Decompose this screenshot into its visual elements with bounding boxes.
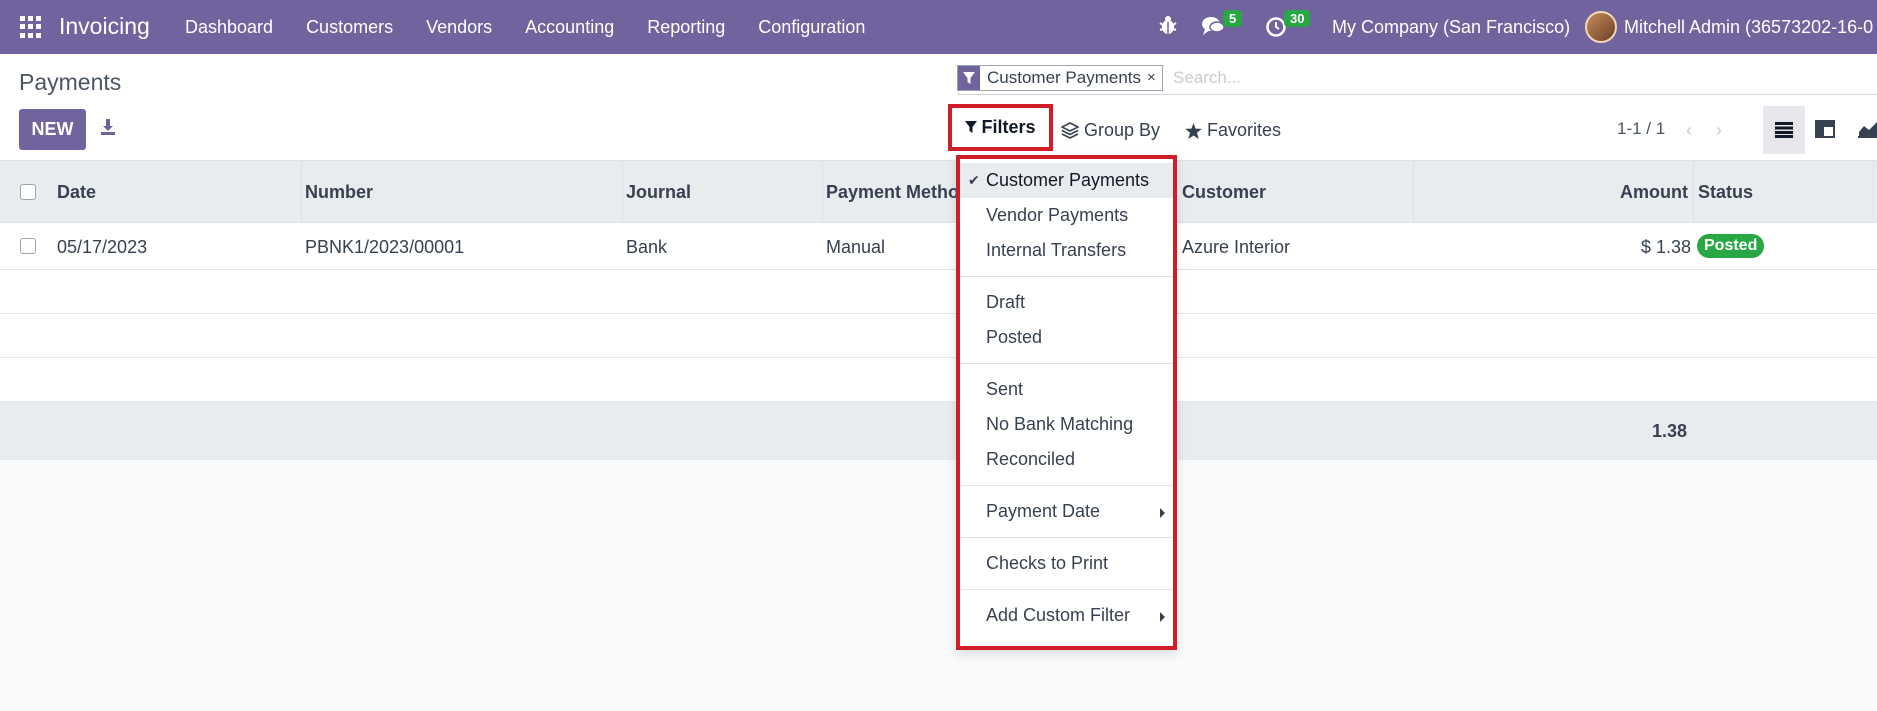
filter-icon	[965, 121, 978, 133]
column-header-customer[interactable]: Customer	[1182, 182, 1266, 203]
dropdown-divider	[960, 276, 1173, 277]
check-icon: ✔	[968, 172, 980, 188]
messages-count-badge: 5	[1223, 10, 1243, 27]
dropdown-divider	[960, 363, 1173, 364]
caret-right-icon	[1160, 508, 1165, 518]
kanban-icon[interactable]	[1815, 120, 1835, 138]
filters-dropdown: ✔ Customer Payments Vendor Payments Inte…	[956, 155, 1177, 650]
user-menu[interactable]: Mitchell Admin (36573202-16-0	[1624, 17, 1877, 38]
table-row[interactable]: 05/17/2023 PBNK1/2023/00001 Bank Manual …	[0, 223, 1877, 270]
table-header: Date Number Journal Payment Metho Custom…	[0, 161, 1877, 223]
column-divider[interactable]	[622, 161, 623, 223]
cell-date: 05/17/2023	[57, 237, 148, 257]
table-footer: 1.38	[0, 402, 1877, 460]
dropdown-divider	[960, 485, 1173, 486]
column-divider[interactable]	[1413, 161, 1414, 223]
dropdown-divider	[960, 589, 1173, 590]
filter-label: Add Custom Filter	[986, 605, 1131, 625]
select-all-checkbox[interactable]	[20, 184, 36, 200]
facet-remove-icon[interactable]: ×	[1147, 66, 1162, 90]
column-divider[interactable]	[1693, 161, 1694, 223]
filter-payment-date[interactable]: Payment Date	[960, 494, 1173, 529]
filter-draft[interactable]: Draft	[960, 285, 1173, 320]
status-badge: Posted	[1697, 234, 1765, 258]
list-icon	[1775, 122, 1793, 138]
menu-configuration[interactable]: Configuration	[758, 17, 865, 38]
empty-row	[0, 358, 1877, 402]
filter-label: Payment Date	[986, 501, 1101, 521]
column-header-status[interactable]: Status	[1698, 182, 1753, 203]
filter-customer-payments[interactable]: ✔ Customer Payments	[960, 163, 1173, 198]
star-icon	[1185, 122, 1202, 139]
cell-number: PBNK1/2023/00001	[305, 237, 465, 257]
menu-vendors[interactable]: Vendors	[426, 17, 492, 38]
add-custom-filter[interactable]: Add Custom Filter	[960, 598, 1173, 633]
column-header-payment-method[interactable]: Payment Metho	[826, 182, 959, 203]
cell-amount: $ 1.38	[1641, 237, 1692, 257]
amount-total: 1.38	[1652, 421, 1688, 441]
top-navbar: Invoicing Dashboard Customers Vendors Ac…	[0, 0, 1877, 54]
filter-posted[interactable]: Posted	[960, 320, 1173, 355]
payments-table: Date Number Journal Payment Metho Custom…	[0, 161, 1877, 460]
filter-sent[interactable]: Sent	[960, 372, 1173, 407]
company-switcher[interactable]: My Company (San Francisco)	[1332, 17, 1570, 38]
group-by-button[interactable]: Group By	[1061, 120, 1160, 141]
filter-icon	[958, 66, 980, 90]
dropdown-divider	[960, 537, 1173, 538]
column-divider[interactable]	[1873, 161, 1874, 223]
search-input[interactable]	[1173, 66, 1773, 90]
download-icon[interactable]	[100, 118, 116, 136]
column-header-journal[interactable]: Journal	[626, 182, 691, 203]
bug-icon[interactable]	[1158, 14, 1178, 36]
cell-customer: Azure Interior	[1182, 237, 1291, 257]
graph-icon[interactable]	[1858, 120, 1877, 138]
menu-dashboard[interactable]: Dashboard	[185, 17, 273, 38]
menu-reporting[interactable]: Reporting	[647, 17, 725, 38]
menu-accounting[interactable]: Accounting	[525, 17, 614, 38]
column-divider[interactable]	[301, 161, 302, 223]
grid-icon[interactable]	[20, 16, 42, 38]
chat-icon[interactable]	[1201, 16, 1225, 36]
column-header-number[interactable]: Number	[305, 182, 373, 203]
favorites-label: Favorites	[1207, 120, 1282, 140]
column-header-amount[interactable]: Amount	[1620, 182, 1688, 203]
app-brand[interactable]: Invoicing	[59, 13, 150, 40]
filters-label: Filters	[981, 117, 1036, 137]
filter-vendor-payments[interactable]: Vendor Payments	[960, 198, 1173, 233]
layers-icon	[1061, 122, 1079, 139]
caret-right-icon	[1160, 612, 1165, 622]
filter-checks-to-print[interactable]: Checks to Print	[960, 546, 1173, 581]
cell-payment-method: Manual	[826, 237, 886, 257]
group-by-label: Group By	[1084, 120, 1161, 140]
new-button[interactable]: NEW	[19, 109, 86, 150]
page-title: Payments	[19, 69, 122, 95]
activities-count-badge: 30	[1284, 10, 1311, 27]
main-menu: Dashboard Customers Vendors Accounting R…	[185, 17, 898, 38]
favorites-button[interactable]: Favorites	[1185, 120, 1281, 141]
menu-customers[interactable]: Customers	[306, 17, 393, 38]
filter-internal-transfers[interactable]: Internal Transfers	[960, 233, 1173, 268]
avatar[interactable]	[1585, 11, 1617, 43]
facet-label: Customer Payments	[987, 68, 1141, 87]
filter-label: Customer Payments	[986, 170, 1150, 190]
row-checkbox[interactable]	[20, 238, 36, 254]
search-facet: Customer Payments ×	[957, 65, 1163, 91]
control-panel: Payments NEW Customer Payments × Filters…	[0, 54, 1877, 161]
column-header-date[interactable]: Date	[57, 182, 96, 203]
filter-reconciled[interactable]: Reconciled	[960, 442, 1173, 477]
list-view-button[interactable]	[1763, 106, 1805, 154]
filters-button[interactable]: Filters	[948, 104, 1053, 151]
chevron-right-icon[interactable]: ›	[1716, 120, 1722, 141]
filter-no-bank-matching[interactable]: No Bank Matching	[960, 407, 1173, 442]
empty-row	[0, 314, 1877, 358]
cell-journal: Bank	[626, 237, 668, 257]
search-bar: Customer Payments ×	[957, 63, 1877, 95]
empty-row	[0, 270, 1877, 314]
chevron-left-icon[interactable]: ‹	[1686, 120, 1692, 141]
pager-value[interactable]: 1-1 / 1	[1617, 119, 1665, 139]
column-divider[interactable]	[822, 161, 823, 223]
